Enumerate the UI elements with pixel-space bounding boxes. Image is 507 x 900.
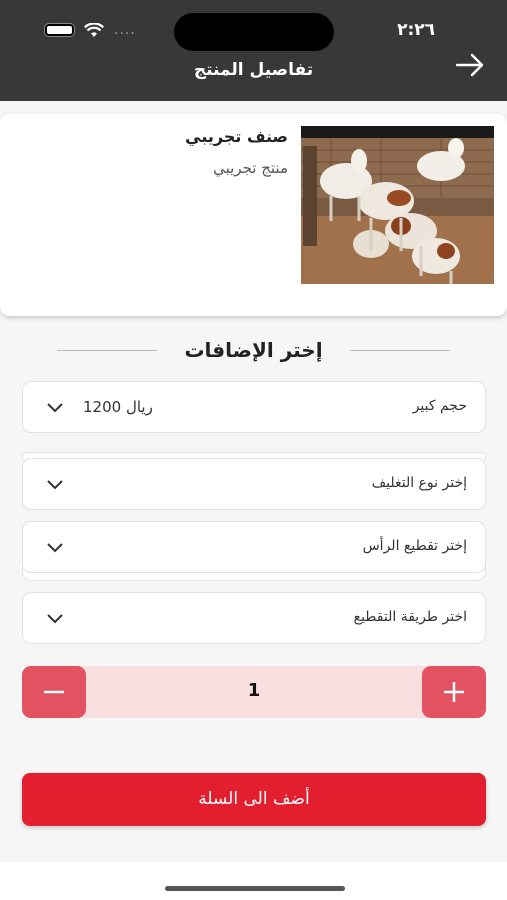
plus-icon xyxy=(444,682,464,702)
increase-quantity-button[interactable] xyxy=(422,666,486,718)
chevron-down-icon xyxy=(47,480,63,490)
chevron-down-icon xyxy=(47,543,63,553)
home-indicator xyxy=(165,886,345,891)
bottom-safe-area xyxy=(0,862,507,900)
cutting-method-select-label: اختر طريقة التقطيع xyxy=(353,609,467,625)
quantity-value: 1 xyxy=(247,680,261,701)
product-description: منتج تجريبي xyxy=(213,159,288,177)
packaging-select[interactable]: إختر نوع التغليف xyxy=(22,458,486,510)
battery-icon xyxy=(45,24,74,36)
app-header: .... ٢:٢٦ تفاصيل المنتج xyxy=(0,0,507,101)
addons-section-header: إختر الإضافات xyxy=(0,336,507,366)
size-price: 1200 ريال xyxy=(83,398,153,416)
back-arrow-icon[interactable] xyxy=(455,52,485,78)
head-cut-select-label: إختر تقطيع الرأس xyxy=(362,538,467,554)
packaging-select-label: إختر نوع التغليف xyxy=(371,475,467,491)
section-title: إختر الإضافات xyxy=(184,338,323,362)
cutting-method-select[interactable]: اختر طريقة التقطيع xyxy=(22,592,486,644)
status-indicators: .... xyxy=(45,22,136,38)
product-image xyxy=(301,126,494,284)
chevron-down-icon xyxy=(47,614,63,624)
status-time: ٢:٢٦ xyxy=(397,20,435,40)
chevron-down-icon xyxy=(47,403,63,413)
signal-dots: .... xyxy=(114,22,136,38)
page-title: تفاصيل المنتج xyxy=(193,60,314,80)
quantity-stepper: 1 xyxy=(22,666,486,718)
product-card: صنف تجريبي منتج تجريبي xyxy=(0,114,507,316)
wifi-icon xyxy=(84,22,104,37)
size-select-label: حجم كبير xyxy=(412,398,467,414)
product-name: صنف تجريبي xyxy=(185,127,288,146)
head-cut-select[interactable]: إختر تقطيع الرأس xyxy=(22,521,486,573)
add-to-cart-button[interactable]: أضف الى السلة xyxy=(22,773,486,826)
camera-notch xyxy=(174,13,334,51)
size-select[interactable]: حجم كبير 1200 ريال xyxy=(22,381,486,433)
